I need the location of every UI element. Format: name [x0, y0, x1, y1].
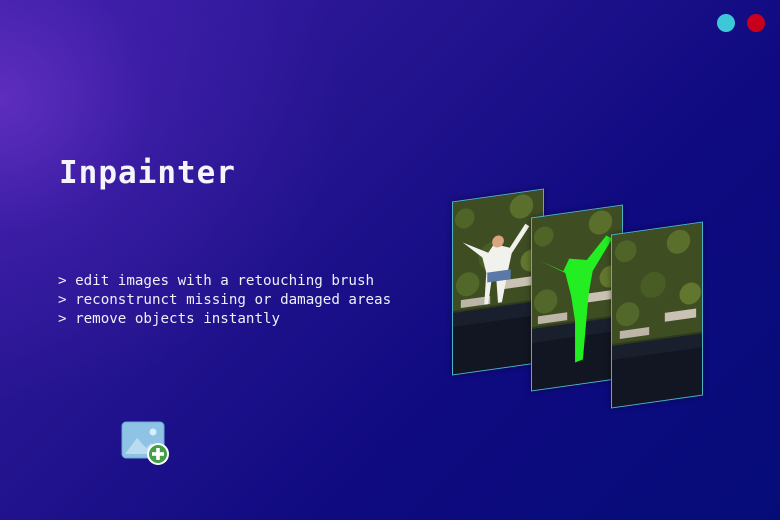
photo-person-icon	[453, 189, 543, 375]
red-dot-button[interactable]	[747, 14, 765, 32]
feature-item: > edit images with a retouching brush	[58, 273, 375, 289]
add-image-button[interactable]	[120, 420, 172, 468]
feature-item: > remove objects instantly	[58, 311, 281, 327]
feature-item: > reconstrunct missing or damaged areas	[58, 292, 392, 308]
feature-list: > edit images with a retouching brush > …	[58, 272, 391, 329]
photo-landscape-icon	[612, 222, 702, 408]
photo-mask-icon	[532, 205, 622, 391]
app-title: Inpainter	[59, 155, 236, 191]
preview-panel-result	[611, 221, 703, 409]
preview-panel-masked	[531, 204, 623, 392]
cyan-dot-button[interactable]	[717, 14, 735, 32]
add-image-icon	[121, 421, 169, 465]
